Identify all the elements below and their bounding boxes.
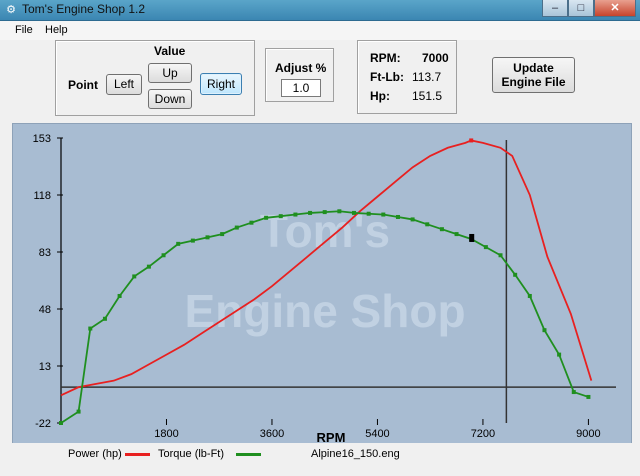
torque-point <box>483 245 488 250</box>
torque-point <box>205 235 210 240</box>
rpm-label: RPM: <box>370 51 401 65</box>
adjust-input[interactable]: 1.0 <box>281 79 321 97</box>
torque-point <box>234 225 239 230</box>
y-tick-label: 83 <box>39 247 51 259</box>
x-tick-label: 9000 <box>576 428 600 440</box>
loaded-file-name: Alpine16_150.eng <box>311 448 400 460</box>
point-label: Point <box>68 78 98 92</box>
torque-point <box>220 232 225 237</box>
torque-point <box>439 227 444 232</box>
x-tick-label: 7200 <box>471 428 495 440</box>
readout-panel: RPM: 7000 Ft-Lb: 113.7 Hp: 151.5 <box>357 40 457 114</box>
torque-point <box>352 210 357 215</box>
torque-point <box>102 316 107 321</box>
legend-power-label: Power (hp) <box>68 448 122 460</box>
torque-point <box>586 394 591 399</box>
torque-point <box>146 264 151 269</box>
torque-selected-point <box>469 233 475 242</box>
torque-point <box>293 212 298 217</box>
menu-file[interactable]: File <box>15 24 33 36</box>
x-tick-label: 5400 <box>365 428 389 440</box>
app-window: ⚙ Tom's Engine Shop 1.2 – □ ✕ File Help … <box>0 0 640 476</box>
app-icon: ⚙ <box>6 4 16 16</box>
torque-point <box>88 326 93 331</box>
plot-area[interactable]: Tom's Engine Shop -22 13 48 83 118 153 1800 360… <box>12 123 632 445</box>
torque-point <box>527 293 532 298</box>
torque-point <box>161 253 166 258</box>
torque-point <box>337 209 342 214</box>
window-title: Tom's Engine Shop 1.2 <box>22 2 146 16</box>
maximize-button[interactable]: □ <box>568 0 594 17</box>
x-axis-label: RPM <box>317 430 346 444</box>
ftlb-value: 113.7 <box>412 70 442 84</box>
y-tick-label: 118 <box>33 190 51 202</box>
up-button[interactable]: Up <box>148 63 192 83</box>
torque-point <box>308 210 313 215</box>
x-tick-label: 1800 <box>154 428 178 440</box>
legend-power-swatch <box>125 453 150 456</box>
point-value-group: Value Point Left Up Down Right <box>55 40 255 116</box>
close-button[interactable]: ✕ <box>594 0 636 17</box>
menu-help[interactable]: Help <box>45 24 68 36</box>
torque-point <box>322 210 327 215</box>
y-tick-label: 153 <box>33 133 51 145</box>
torque-point <box>395 214 400 219</box>
update-label-line1: Update <box>513 61 554 75</box>
y-tick-label: 48 <box>39 304 51 316</box>
torque-point <box>366 211 371 216</box>
torque-point <box>571 390 576 395</box>
value-label: Value <box>154 44 186 58</box>
torque-point <box>513 272 518 277</box>
torque-point <box>76 409 81 414</box>
update-engine-file-button[interactable]: Update Engine File <box>492 57 575 93</box>
torque-point <box>117 293 122 298</box>
ftlb-label: Ft-Lb: <box>370 70 404 84</box>
watermark-line2: Engine Shop <box>184 285 465 337</box>
torque-point <box>425 222 430 227</box>
right-button[interactable]: Right <box>200 73 242 95</box>
torque-point <box>264 215 269 220</box>
hp-label: Hp: <box>370 89 390 103</box>
title-bar[interactable]: ⚙ Tom's Engine Shop 1.2 – □ ✕ <box>0 0 640 21</box>
torque-point <box>557 352 562 357</box>
torque-point <box>278 214 283 219</box>
torque-point <box>381 212 386 217</box>
torque-point <box>498 253 503 258</box>
down-button[interactable]: Down <box>148 89 192 109</box>
torque-point <box>249 220 254 225</box>
legend-torque-swatch <box>236 453 261 456</box>
x-tick-label: 3600 <box>260 428 284 440</box>
y-tick-label: -22 <box>35 418 51 430</box>
adjust-label: Adjust % <box>275 61 327 75</box>
rpm-value: 7000 <box>422 51 449 65</box>
torque-point <box>190 238 195 243</box>
engine-chart[interactable]: Tom's Engine Shop -221348831181531800 360… <box>13 124 631 445</box>
torque-point <box>454 232 459 237</box>
torque-point <box>132 274 137 279</box>
menu-bar: File Help <box>0 21 640 40</box>
minimize-button[interactable]: – <box>542 0 568 17</box>
torque-point <box>59 421 63 425</box>
legend-bar: Power (hp) Torque (lb-Ft) Alpine16_150.e… <box>0 443 640 476</box>
torque-point <box>410 217 415 222</box>
y-tick-label: 13 <box>39 361 51 373</box>
adjust-group: Adjust % 1.0 <box>265 48 334 102</box>
hp-value: 151.5 <box>412 89 443 103</box>
power-line <box>60 139 593 397</box>
torque-point <box>176 241 181 246</box>
legend-torque-label: Torque (lb-Ft) <box>158 448 225 460</box>
update-label-line2: Engine File <box>501 75 566 89</box>
left-button[interactable]: Left <box>106 74 142 95</box>
torque-point <box>542 328 547 333</box>
power-selected-point <box>469 138 474 143</box>
